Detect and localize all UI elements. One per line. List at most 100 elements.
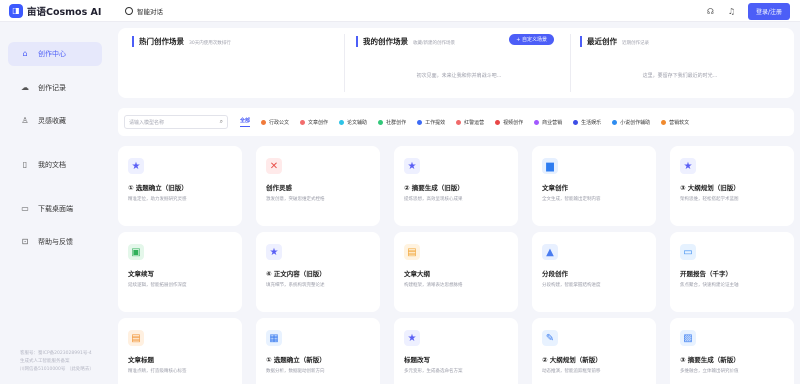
monitor-icon: ▭ [21, 204, 29, 213]
scene-card[interactable]: ✕ 创作灵感 激发创意，突破思维定式桎梏 [256, 146, 380, 226]
scene-card[interactable]: ▲ 分段创作 分段构建，智能掌握结构进度 [532, 232, 656, 312]
category-tab[interactable]: 工作提效 [417, 119, 445, 126]
sidebar-footer: 客服号：蜀ICP备2023028991号-4 生成式人工智能服务备案 川网信备5… [20, 350, 98, 374]
category-tab[interactable]: 行政公文 [261, 119, 289, 126]
card-title: 文章大纲 [404, 270, 430, 278]
card-title: ① 选题确立（新版） [266, 356, 326, 364]
sidebar-item-label: 创作记录 [38, 84, 66, 92]
headset-icon[interactable]: ☊ [706, 7, 715, 16]
footer-line: 川网信备51010000号 （此处略去） [20, 367, 94, 372]
card-description: 提炼思想，高效呈现核心成果 [404, 197, 463, 202]
card-title: 文章创作 [542, 184, 568, 192]
chat-tab[interactable]: 智能对话 [125, 6, 163, 16]
category-label: 文章创作 [308, 119, 329, 126]
custom-scene-button[interactable]: + 自定义场景 [509, 34, 554, 45]
card-title: 文章续写 [128, 270, 154, 278]
card-title: ③ 摘要生成（新版） [680, 356, 740, 364]
scene-card[interactable]: ▦ ① 选题确立（新版） 数据分析，数据驱动创新方向 [256, 318, 380, 384]
card-title: ④ 正文内容（旧版） [266, 270, 326, 278]
scene-card[interactable]: ★ ② 摘要生成（旧版） 提炼思想，高效呈现核心成果 [394, 146, 518, 226]
category-label: 红警运营 [464, 119, 485, 126]
category-tab[interactable]: 红警运营 [456, 119, 484, 126]
category-dot-icon [495, 119, 501, 125]
sidebar-item-help[interactable]: ⊡ 帮助与反馈 [8, 230, 102, 254]
topic-icon: ▦ [266, 330, 282, 346]
category-tab[interactable]: 商业营销 [534, 119, 562, 126]
spark-icon: ✕ [266, 158, 282, 174]
cloud-icon: ☁ [21, 83, 29, 92]
recent-panel: 最近创作 近期创作记录 这里，要留存下我们最近的时光... [580, 36, 780, 92]
footer-line: 客服号：蜀ICP备2023028991号-4 [20, 351, 92, 356]
scene-card[interactable]: ▤ 文章标题 精准点睛，打造吸睛核心标签 [118, 318, 242, 384]
category-label: 生活娱乐 [581, 119, 602, 126]
category-tab[interactable]: 论文辅助 [339, 119, 367, 126]
category-tab[interactable]: 全部 [240, 117, 251, 127]
category-tab[interactable]: 社群创作 [378, 119, 406, 126]
card-title: ③ 大纲规划（旧版） [680, 184, 740, 192]
summary-icon: ▨ [680, 330, 696, 346]
footer-line: 生成式人工智能服务备案 [20, 359, 70, 364]
scene-card[interactable]: ▭ 开题报告（千字） 焦点聚合，快速构建论证主轴 [670, 232, 794, 312]
sidebar-item-label: 下载桌面端 [38, 205, 73, 213]
scene-card[interactable]: ★ 标题改写 多元变形，生成备选命名方案 [394, 318, 518, 384]
card-description: 精准点睛，打造吸睛核心标签 [128, 369, 187, 374]
category-dot-icon [612, 119, 618, 125]
logo-text: 亩语Cosmos AI [27, 6, 102, 18]
sidebar-item-favorites[interactable]: ♙ 灵感收藏 [8, 109, 102, 133]
category-label: 行政公文 [269, 119, 290, 126]
bulb-icon: ♙ [21, 116, 29, 125]
sidebar-item-label: 帮助与反馈 [38, 238, 73, 246]
sidebar-item-label: 我的文档 [38, 161, 66, 169]
plan-icon: ✎ [542, 330, 558, 346]
star-icon: ★ [680, 158, 696, 174]
category-label: 全部 [240, 118, 251, 124]
sidebar-item-create-center[interactable]: ⌂ 创作中心 [8, 42, 102, 66]
star-icon: ★ [404, 158, 420, 174]
hot-scenes-panel: 热门创作场景 30天内使用次数排行 [132, 36, 332, 92]
scene-card[interactable]: ✎ ② 大纲规划（新版） 动态推演，智能追踪框架前移 [532, 318, 656, 384]
category-dot-icon [417, 119, 423, 125]
card-description: 焦点聚合，快速构建论证主轴 [680, 283, 739, 288]
card-description: 填充细节，系统构筑完整论述 [266, 283, 325, 288]
category-tabs: 全部 行政公文 文章创作 论文辅助 社群创作 工作提效 红警运营 视频创作 商业营销 生活娱乐 小说… [240, 117, 689, 127]
card-title: 分段创作 [542, 270, 568, 278]
sidebar-item-download[interactable]: ▭ 下载桌面端 [8, 197, 102, 221]
divider [344, 34, 345, 92]
category-label: 小说创作辅助 [620, 119, 651, 126]
panel-title: 热门创作场景 30天内使用次数排行 [132, 36, 332, 47]
scene-card[interactable]: ▨ ③ 摘要生成（新版） 多维融合，立体输出研究价值 [670, 318, 794, 384]
sidebar-item-label: 灵感收藏 [38, 117, 66, 125]
scene-card[interactable]: ▣ 文章续写 延续逻辑，智能拓展创作深度 [118, 232, 242, 312]
card-title: 文章标题 [128, 356, 154, 364]
filter-bar: 请输入模型名称 ⌕ 全部 行政公文 文章创作 论文辅助 社群创作 工作提效 红警运营 视频创作… [118, 108, 794, 136]
card-description: 数据分析，数据驱动创新方向 [266, 369, 325, 374]
card-title: 创作灵感 [266, 184, 292, 192]
chat-tab-label: 智能对话 [137, 7, 163, 16]
sidebar-item-documents[interactable]: ▯ 我的文档 [8, 153, 102, 177]
card-description: 动态推演，智能追踪框架前移 [542, 369, 601, 374]
category-dot-icon [300, 119, 306, 125]
category-dot-icon [534, 119, 540, 125]
scene-panels: 热门创作场景 30天内使用次数排行 我的创作场景 收藏/新建的创作场景 + 自定义场… [118, 28, 794, 98]
sidebar-item-records[interactable]: ☁ 创作记录 [8, 76, 102, 100]
category-tab[interactable]: 生活娱乐 [573, 119, 601, 126]
scene-card[interactable]: ★ ④ 正文内容（旧版） 填充细节，系统构筑完整论述 [256, 232, 380, 312]
category-dot-icon [456, 119, 462, 125]
chat-icon [125, 6, 133, 15]
card-description: 架构思维，轻松搭起学术蓝图 [680, 197, 739, 202]
card-description: 延续逻辑，智能拓展创作深度 [128, 283, 187, 288]
help-icon: ⊡ [21, 237, 29, 246]
logo[interactable]: ◨ 亩语Cosmos AI [9, 3, 119, 18]
scene-card[interactable]: ★ ① 选题确立（旧版） 精准定位，助力发掘研究灵感 [118, 146, 242, 226]
scene-card[interactable]: ▤ 文章大纲 构建框架，清晰表达思想脉络 [394, 232, 518, 312]
category-tab[interactable]: 小说创作辅助 [612, 119, 650, 126]
scene-card[interactable]: ★ ③ 大纲规划（旧版） 架构思维，轻松搭起学术蓝图 [670, 146, 794, 226]
category-tab[interactable]: 视频创作 [495, 119, 523, 126]
bell-icon[interactable]: ♫ [727, 7, 736, 16]
category-tab[interactable]: 营销软文 [661, 119, 689, 126]
category-tab[interactable]: 文章创作 [300, 119, 328, 126]
search-input[interactable]: 请输入模型名称 ⌕ [124, 115, 228, 129]
scene-card[interactable]: ▆ 文章创作 全文生成，智能输出定制内容 [532, 146, 656, 226]
book-icon: ▆ [542, 158, 558, 174]
login-button[interactable]: 登录/注册 [747, 3, 790, 20]
